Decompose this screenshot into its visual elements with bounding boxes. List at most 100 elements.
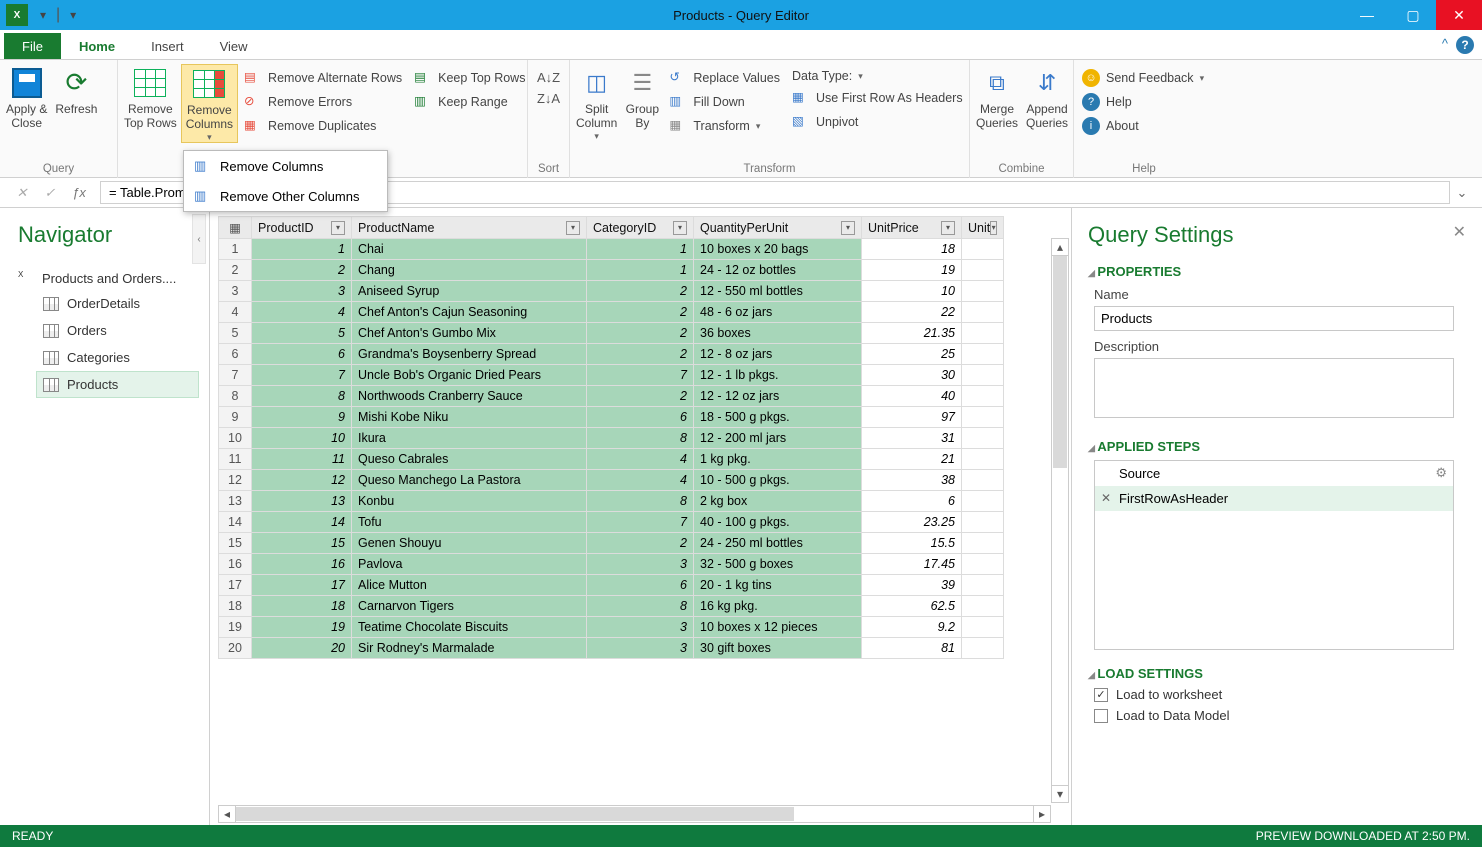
scroll-down-icon[interactable]: ▾ <box>1051 785 1069 803</box>
fx-cancel-icon[interactable]: ✕ <box>8 185 36 201</box>
col-header-productname[interactable]: ProductName▾ <box>352 216 587 239</box>
fill-down-button[interactable]: ▥Fill Down <box>663 90 786 114</box>
load-worksheet-checkbox[interactable]: ✓Load to worksheet <box>1094 687 1466 702</box>
row-header[interactable]: 14 <box>218 512 252 533</box>
scroll-up-icon[interactable]: ▴ <box>1051 238 1069 256</box>
first-row-headers-button[interactable]: ▦Use First Row As Headers <box>786 86 969 110</box>
row-header[interactable]: 8 <box>218 386 252 407</box>
data-type-button[interactable]: Data Type: <box>786 66 969 86</box>
help-button[interactable]: ?Help <box>1076 90 1212 114</box>
fx-expand-icon[interactable]: ⌄ <box>1450 185 1474 201</box>
apply-close-button[interactable]: Apply & Close <box>2 64 51 131</box>
fx-commit-icon[interactable]: ✓ <box>36 185 64 201</box>
row-header[interactable]: 3 <box>218 281 252 302</box>
table-row[interactable]: 33Aniseed Syrup212 - 550 ml bottles10 <box>218 281 1071 302</box>
transform-menu-button[interactable]: ▦Transform <box>663 114 786 138</box>
step-source[interactable]: Source⚙ <box>1095 461 1453 486</box>
home-tab[interactable]: Home <box>61 33 133 59</box>
row-header[interactable]: 20 <box>218 638 252 659</box>
about-button[interactable]: iAbout <box>1076 114 1212 138</box>
table-row[interactable]: 1313Konbu82 kg box6 <box>218 491 1071 512</box>
table-row[interactable]: 1616Pavlova332 - 500 g boxes17.45 <box>218 554 1071 575</box>
vertical-scrollbar[interactable]: ▴ ▾ <box>1051 238 1069 803</box>
row-header[interactable]: 13 <box>218 491 252 512</box>
merge-queries-button[interactable]: ⧉ Merge Queries <box>972 64 1022 131</box>
scroll-right-icon[interactable]: ▸ <box>1033 805 1051 823</box>
col-header-categoryid[interactable]: CategoryID▾ <box>587 216 694 239</box>
col-header-unitprice[interactable]: UnitPrice▾ <box>862 216 962 239</box>
table-row[interactable]: 66Grandma's Boysenberry Spread212 - 8 oz… <box>218 344 1071 365</box>
close-button[interactable]: ✕ <box>1436 0 1482 30</box>
filter-icon[interactable]: ▾ <box>566 221 580 235</box>
remove-errors-button[interactable]: ⊘Remove Errors <box>238 90 408 114</box>
row-header[interactable]: 10 <box>218 428 252 449</box>
load-settings-header[interactable]: LOAD SETTINGS <box>1088 666 1466 681</box>
file-tab[interactable]: File <box>4 33 61 59</box>
remove-duplicates-button[interactable]: ▦Remove Duplicates <box>238 114 408 138</box>
group-by-button[interactable]: ☰ Group By <box>621 64 663 141</box>
split-column-button[interactable]: ◫ Split Column <box>572 64 621 141</box>
remove-top-rows-button[interactable]: Remove Top Rows <box>120 64 181 143</box>
nav-table-products[interactable]: Products <box>36 371 199 398</box>
col-header-quantityperunit[interactable]: QuantityPerUnit▾ <box>694 216 862 239</box>
col-header-unit[interactable]: Unit▾ <box>962 216 1004 239</box>
close-pane-icon[interactable]: ✕ <box>1453 222 1466 242</box>
filter-icon[interactable]: ▾ <box>673 221 687 235</box>
view-tab[interactable]: View <box>202 33 266 59</box>
load-datamodel-checkbox[interactable]: Load to Data Model <box>1094 708 1466 723</box>
table-row[interactable]: 77Uncle Bob's Organic Dried Pears712 - 1… <box>218 365 1071 386</box>
remove-alt-rows-button[interactable]: ▤Remove Alternate Rows <box>238 66 408 90</box>
select-all-corner[interactable]: ▦ <box>218 216 252 239</box>
row-header[interactable]: 11 <box>218 449 252 470</box>
delete-step-icon[interactable]: ✕ <box>1101 491 1111 505</box>
replace-values-button[interactable]: ↺Replace Values <box>663 66 786 90</box>
qat-save-icon[interactable]: ▾ <box>32 8 54 22</box>
table-row[interactable]: 1515Genen Shouyu224 - 250 ml bottles15.5 <box>218 533 1071 554</box>
send-feedback-button[interactable]: ☺Send Feedback <box>1076 66 1212 90</box>
insert-tab[interactable]: Insert <box>133 33 202 59</box>
append-queries-button[interactable]: ⇵ Append Queries <box>1022 64 1072 131</box>
row-header[interactable]: 2 <box>218 260 252 281</box>
filter-icon[interactable]: ▾ <box>941 221 955 235</box>
refresh-button[interactable]: ⟳ Refresh <box>51 64 101 131</box>
query-description-input[interactable] <box>1094 358 1454 418</box>
row-header[interactable]: 1 <box>218 239 252 260</box>
table-row[interactable]: 1717Alice Mutton620 - 1 kg tins39 <box>218 575 1071 596</box>
row-header[interactable]: 9 <box>218 407 252 428</box>
keep-top-rows-button[interactable]: ▤Keep Top Rows <box>408 66 531 90</box>
collapse-ribbon-icon[interactable]: ^ <box>1442 36 1448 51</box>
col-header-productid[interactable]: ProductID▾ <box>252 216 352 239</box>
row-header[interactable]: 6 <box>218 344 252 365</box>
row-header[interactable]: 7 <box>218 365 252 386</box>
nav-table-orders[interactable]: Orders <box>36 317 199 344</box>
row-header[interactable]: 4 <box>218 302 252 323</box>
table-row[interactable]: 99Mishi Kobe Niku618 - 500 g pkgs.97 <box>218 407 1071 428</box>
row-header[interactable]: 18 <box>218 596 252 617</box>
row-header[interactable]: 5 <box>218 323 252 344</box>
menu-remove-other-columns[interactable]: ▥Remove Other Columns <box>184 181 387 211</box>
horizontal-scrollbar[interactable]: ◂ ▸ <box>218 805 1051 823</box>
row-header[interactable]: 19 <box>218 617 252 638</box>
table-row[interactable]: 1111Queso Cabrales41 kg pkg.21 <box>218 449 1071 470</box>
nav-database[interactable]: X Products and Orders.... <box>18 266 199 290</box>
table-row[interactable]: 1010Ikura812 - 200 ml jars31 <box>218 428 1071 449</box>
filter-icon[interactable]: ▾ <box>841 221 855 235</box>
filter-icon[interactable]: ▾ <box>990 221 997 235</box>
nav-collapse-icon[interactable]: ‹ <box>192 214 206 264</box>
table-row[interactable]: 1919Teatime Chocolate Biscuits310 boxes … <box>218 617 1071 638</box>
nav-table-orderdetails[interactable]: OrderDetails <box>36 290 199 317</box>
nav-table-categories[interactable]: Categories <box>36 344 199 371</box>
table-row[interactable]: 11Chai110 boxes x 20 bags18 <box>218 239 1071 260</box>
table-row[interactable]: 1212Queso Manchego La Pastora410 - 500 g… <box>218 470 1071 491</box>
table-row[interactable]: 55Chef Anton's Gumbo Mix236 boxes21.35 <box>218 323 1071 344</box>
table-row[interactable]: 44Chef Anton's Cajun Seasoning248 - 6 oz… <box>218 302 1071 323</box>
scroll-left-icon[interactable]: ◂ <box>218 805 236 823</box>
row-header[interactable]: 16 <box>218 554 252 575</box>
gear-icon[interactable]: ⚙ <box>1435 465 1447 481</box>
keep-range-button[interactable]: ▥Keep Range <box>408 90 531 114</box>
properties-header[interactable]: PROPERTIES <box>1088 264 1466 279</box>
row-header[interactable]: 15 <box>218 533 252 554</box>
table-row[interactable]: 22Chang124 - 12 oz bottles19 <box>218 260 1071 281</box>
step-first-row-header[interactable]: ✕FirstRowAsHeader <box>1095 486 1453 511</box>
filter-icon[interactable]: ▾ <box>331 221 345 235</box>
